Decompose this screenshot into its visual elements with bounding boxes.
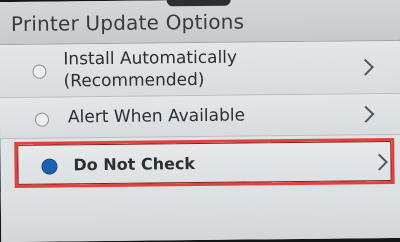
chevron-right-icon [370, 153, 388, 171]
option-label: Install Automatically (Recommended) [63, 47, 237, 93]
header-tab-notch [166, 0, 231, 7]
page-title: Printer Update Options [10, 9, 245, 36]
option-label: Alert When Available [67, 105, 246, 128]
option-do-not-check[interactable]: Do Not Check [14, 137, 395, 188]
option-label-line1: Install Automatically [63, 47, 238, 70]
chevron-right-icon [356, 58, 374, 76]
radio-selected-icon[interactable] [41, 158, 58, 175]
option-label-line2: (Recommended) [63, 69, 205, 92]
option-label: Do Not Check [73, 154, 196, 175]
header-bar: Printer Update Options [0, 0, 400, 46]
option-install-automatically[interactable]: Install Automatically (Recommended) [0, 40, 400, 99]
empty-list-row [0, 187, 400, 242]
printer-display: Printer Update Options Install Automatic… [0, 0, 400, 242]
radio-unselected-icon[interactable] [32, 64, 47, 79]
chevron-right-icon [357, 105, 375, 123]
option-alert-when-available[interactable]: Alert When Available [0, 93, 400, 140]
radio-unselected-icon[interactable] [34, 112, 50, 127]
